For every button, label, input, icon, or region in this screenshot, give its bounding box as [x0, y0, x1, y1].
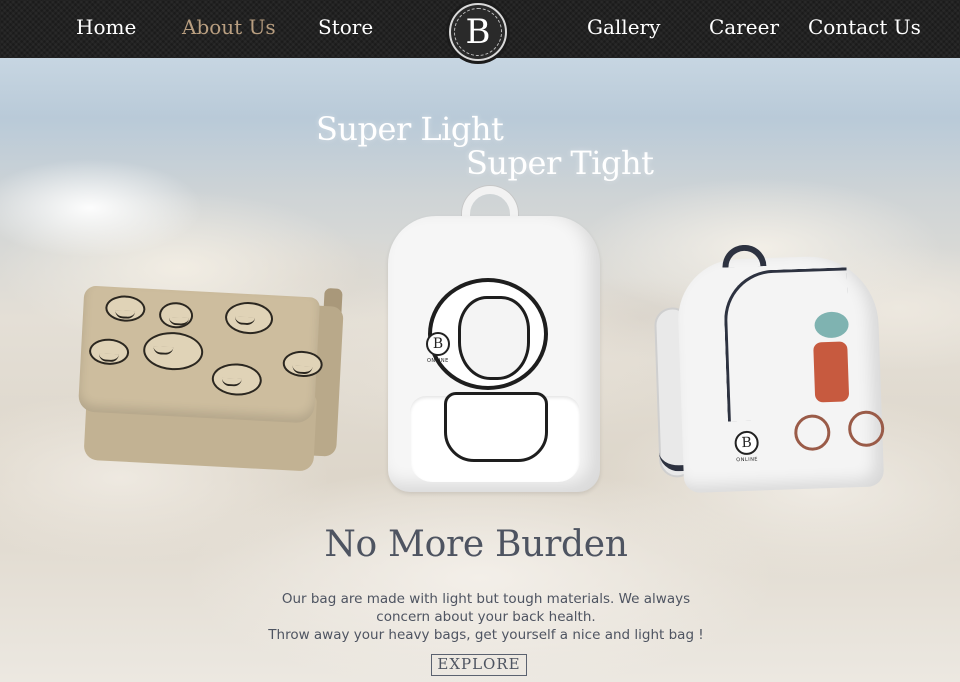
hero-description: Our bag are made with light but tough ma…: [0, 590, 960, 644]
bicycle-girl-backpack-image: B ONLINE: [652, 240, 892, 494]
description-line-2: concern about your back health.: [376, 609, 596, 625]
nav-home-link[interactable]: Home: [76, 13, 136, 41]
hero-banner: Super Light Super Tight B ONLINE B ONLIN…: [0, 58, 960, 682]
messenger-bag-image: [67, 273, 349, 477]
backpack-handle: [721, 244, 767, 268]
nav-about-us-link[interactable]: About Us: [182, 13, 276, 41]
astronaut-backpack-image: B ONLINE: [388, 186, 600, 492]
logo-letter: B: [454, 8, 502, 56]
brand-badge-text: ONLINE: [736, 456, 759, 464]
description-line-3: Throw away your heavy bags, get yourself…: [268, 627, 704, 643]
nav-store-link[interactable]: Store: [318, 13, 373, 41]
tagline-line-1: Super Light: [316, 110, 504, 148]
logo-ring: B: [449, 3, 507, 61]
nav-contact-us-link[interactable]: Contact Us: [808, 13, 921, 41]
description-line-1: Our bag are made with light but tough ma…: [281, 591, 691, 607]
girl-body-illustration: [813, 341, 850, 403]
astronaut-face-illustration: [458, 296, 530, 380]
nav-gallery-link[interactable]: Gallery: [587, 13, 660, 41]
brand-badge-icon: B: [426, 332, 450, 356]
hero-headline: No More Burden: [324, 524, 628, 565]
nav-career-link[interactable]: Career: [709, 13, 779, 41]
tagline-line-2: Super Tight: [466, 144, 654, 182]
astronaut-body-illustration: [444, 392, 548, 462]
brand-logo[interactable]: B: [446, 0, 510, 64]
brand-badge-text: ONLINE: [427, 358, 449, 364]
explore-button[interactable]: EXPLORE: [431, 654, 527, 676]
